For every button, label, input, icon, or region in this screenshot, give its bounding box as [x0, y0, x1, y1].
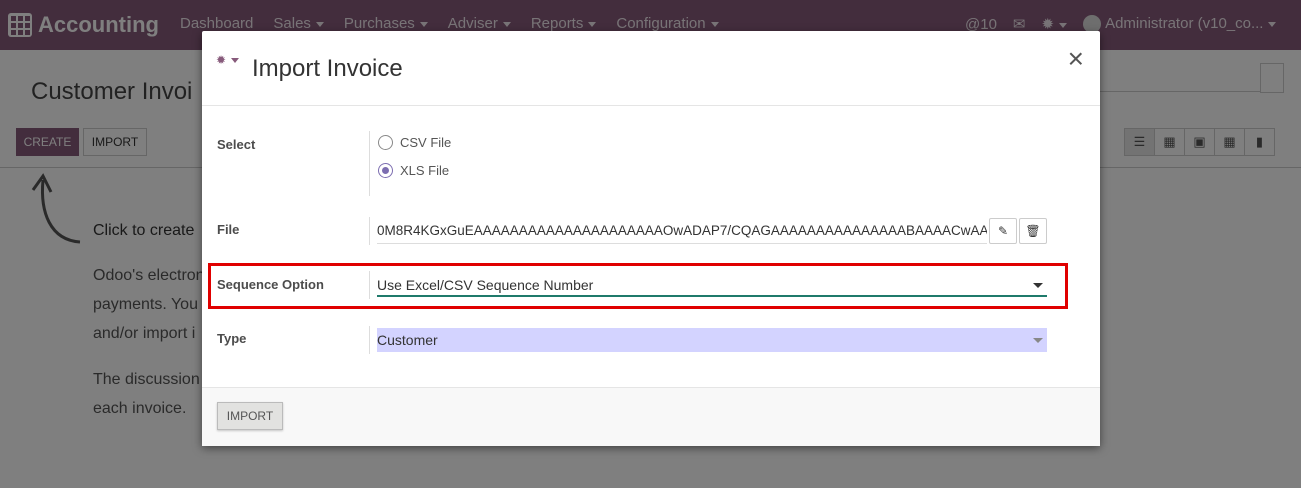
radio-circle-selected[interactable]: [378, 163, 393, 178]
radio-csv-file[interactable]: CSV File: [378, 135, 451, 150]
highlight-frame: [208, 263, 1068, 309]
dialog-footer: IMPORT: [202, 387, 1100, 446]
close-icon[interactable]: ×: [1068, 45, 1084, 73]
dialog-title: Import Invoice: [252, 55, 403, 82]
field-divider: [369, 217, 370, 245]
radio-label: XLS File: [400, 163, 450, 178]
type-select[interactable]: Customer: [377, 328, 1047, 352]
edit-pencil-icon[interactable]: ✎: [989, 218, 1017, 244]
file-field[interactable]: 0M8R4KGxGuEAAAAAAAAAAAAAAAAAAAAAOwADAP7/…: [377, 219, 987, 244]
field-divider: [369, 326, 370, 354]
chevron-down-icon: [1033, 338, 1043, 343]
radio-label: CSV File: [400, 135, 452, 150]
type-value: Customer: [377, 332, 438, 348]
radio-circle[interactable]: [378, 135, 393, 150]
field-divider: [369, 131, 370, 196]
file-label: File: [217, 222, 240, 237]
import-button[interactable]: IMPORT: [217, 402, 283, 430]
debug-bug-icon[interactable]: ✹: [216, 53, 240, 67]
trash-icon[interactable]: 🗑: [1019, 218, 1047, 244]
type-label: Type: [217, 331, 247, 346]
dialog-header: ✹ Import Invoice ×: [202, 31, 1100, 106]
select-label: Select: [217, 137, 256, 152]
radio-xls-file[interactable]: XLS File: [378, 163, 449, 178]
import-invoice-dialog: ✹ Import Invoice × Select CSV File XLS F…: [202, 31, 1100, 446]
